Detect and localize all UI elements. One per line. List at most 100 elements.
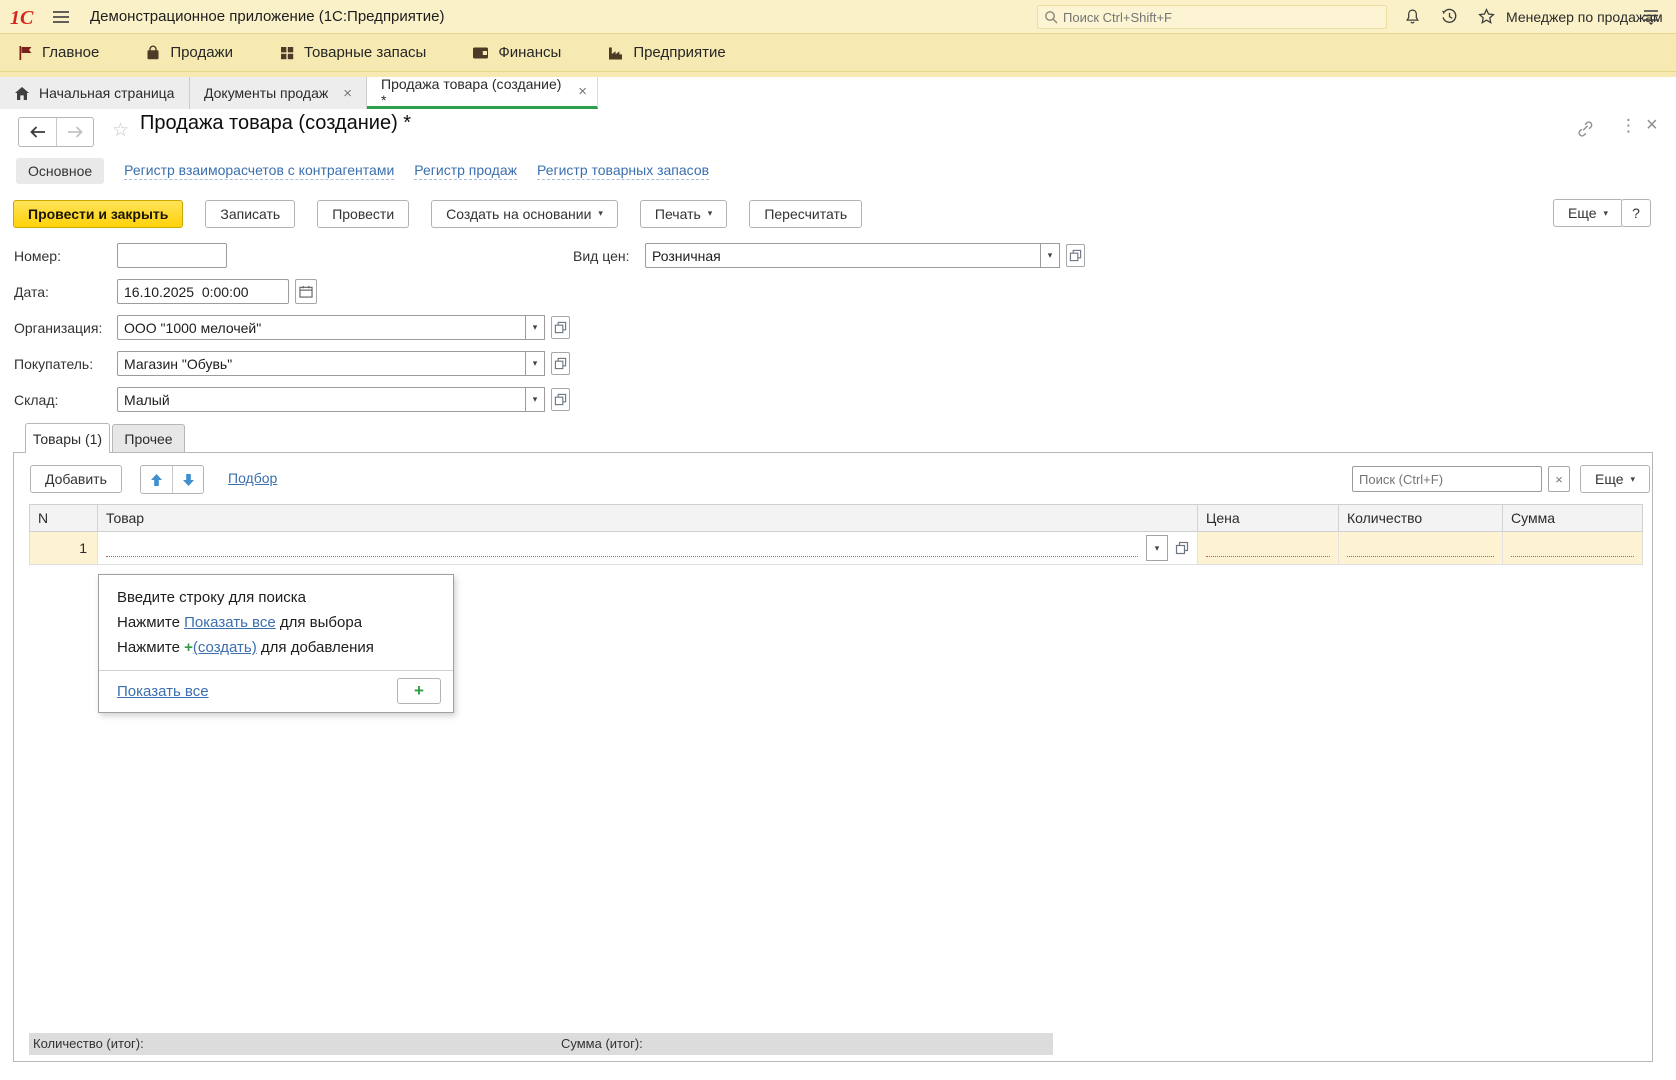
hint-text: Нажмите — [117, 614, 184, 631]
section-sales[interactable]: Продажи — [145, 44, 233, 61]
hint-text: Нажмите — [117, 639, 184, 656]
section-main[interactable]: Главное — [18, 44, 99, 61]
price-type-dropdown-button[interactable]: ▾ — [1040, 243, 1060, 268]
move-down-button[interactable] — [172, 466, 203, 493]
close-document-icon[interactable]: × — [1646, 114, 1658, 137]
buyer-combo: ▾ — [117, 351, 545, 376]
help-button[interactable]: ? — [1621, 199, 1651, 227]
chevron-down-icon: ▾ — [1631, 474, 1636, 485]
product-dropdown-button[interactable]: ▾ — [1146, 535, 1168, 561]
pick-link[interactable]: Подбор — [228, 470, 277, 486]
warehouse-open-button[interactable] — [551, 388, 570, 411]
notifications-bell-icon[interactable] — [1404, 8, 1421, 28]
flag-icon — [18, 45, 33, 61]
number-label: Номер: — [14, 248, 61, 264]
organization-open-button[interactable] — [551, 316, 570, 339]
tab-goods-label: Товары (1) — [33, 431, 102, 447]
get-link-icon[interactable] — [1576, 121, 1595, 140]
nav-link-sales-register[interactable]: Регистр продаж — [414, 162, 517, 180]
more-label: Еще — [1568, 205, 1597, 221]
save-button[interactable]: Записать — [205, 200, 295, 228]
cell-price[interactable] — [1198, 532, 1339, 564]
page-title: Продажа товара (создание) * — [140, 112, 411, 135]
recalculate-button[interactable]: Пересчитать — [749, 200, 862, 228]
table-row: 1 ▾ — [29, 532, 1643, 565]
tab-sales-documents[interactable]: Документы продаж × — [190, 77, 367, 109]
col-product[interactable]: Товар — [98, 505, 1198, 531]
col-sum[interactable]: Сумма — [1503, 505, 1642, 531]
buyer-dropdown-button[interactable]: ▾ — [525, 351, 545, 376]
tab-other-label: Прочее — [124, 431, 172, 447]
forward-button[interactable] — [56, 118, 93, 146]
col-n[interactable]: N — [30, 505, 98, 531]
show-all-link[interactable]: Показать все — [184, 614, 276, 631]
popup-hint-create: Нажмите +(создать) для добавления — [117, 635, 443, 660]
organization-field[interactable] — [117, 315, 525, 340]
col-quantity[interactable]: Количество — [1339, 505, 1503, 531]
grid-more-button[interactable]: Еще▾ — [1580, 465, 1650, 493]
date-field[interactable] — [117, 279, 289, 304]
history-icon[interactable] — [1441, 8, 1458, 28]
cell-product-editing[interactable]: ▾ — [98, 532, 1198, 564]
print-button[interactable]: Печать▾ — [640, 200, 727, 228]
create-link[interactable]: (создать) — [193, 639, 257, 656]
grid-search-input[interactable] — [1359, 472, 1535, 487]
section-inventory[interactable]: Товарные запасы — [279, 44, 426, 61]
tab-goods[interactable]: Товары (1) — [25, 423, 110, 453]
chevron-down-icon: ▾ — [598, 208, 603, 219]
post-and-close-button[interactable]: Провести и закрыть — [13, 200, 183, 228]
nav-link-stock-register[interactable]: Регистр товарных запасов — [537, 162, 709, 180]
global-search-input[interactable] — [1063, 10, 1380, 25]
cell-quantity[interactable] — [1339, 532, 1503, 564]
section-enterprise[interactable]: Предприятие — [607, 44, 725, 61]
tab-home[interactable]: Начальная страница — [0, 77, 190, 109]
product-input-underline[interactable] — [106, 556, 1138, 557]
price-type-open-button[interactable] — [1066, 244, 1085, 267]
date-label: Дата: — [14, 284, 49, 300]
tab-close-icon[interactable]: × — [343, 85, 352, 102]
warehouse-combo: ▾ — [117, 387, 545, 412]
cell-sum[interactable] — [1503, 532, 1642, 564]
product-open-button[interactable] — [1175, 541, 1189, 555]
back-button[interactable] — [19, 118, 56, 146]
buyer-open-button[interactable] — [551, 352, 570, 375]
sum-total-label: Сумма (итог): — [561, 1036, 643, 1051]
create-from-button[interactable]: Создать на основании▾ — [431, 200, 618, 228]
nav-main-chip[interactable]: Основное — [16, 158, 104, 184]
popup-show-all-link[interactable]: Показать все — [117, 683, 209, 700]
favorite-star-icon[interactable]: ☆ — [112, 119, 129, 142]
current-user[interactable]: Менеджер по продажам — [1506, 9, 1663, 25]
post-button[interactable]: Провести — [317, 200, 409, 228]
date-calendar-button[interactable] — [295, 279, 317, 304]
history-nav-buttons — [18, 117, 94, 147]
tab-close-icon[interactable]: × — [578, 83, 587, 100]
main-menu-icon[interactable] — [52, 10, 70, 27]
organization-combo: ▾ — [117, 315, 545, 340]
more-actions-kebab-icon[interactable]: ⋮ — [1620, 116, 1637, 136]
totals-bar: Количество (итог): Сумма (итог): — [29, 1033, 1053, 1055]
document-toolbar: Провести и закрыть Записать Провести Соз… — [0, 199, 862, 228]
number-field[interactable] — [117, 243, 227, 268]
col-price[interactable]: Цена — [1198, 505, 1339, 531]
add-row-button[interactable]: Добавить — [30, 465, 122, 493]
popup-hint-search: Введите строку для поиска — [117, 585, 443, 610]
price-type-field[interactable] — [645, 243, 1040, 268]
tab-other[interactable]: Прочее — [112, 424, 185, 452]
organization-dropdown-button[interactable]: ▾ — [525, 315, 545, 340]
buyer-field[interactable] — [117, 351, 525, 376]
warehouse-dropdown-button[interactable]: ▾ — [525, 387, 545, 412]
warehouse-field[interactable] — [117, 387, 525, 412]
toolbar-more-button[interactable]: Еще▾ — [1553, 199, 1623, 227]
buyer-label: Покупатель: — [14, 356, 93, 372]
global-search[interactable] — [1037, 5, 1387, 29]
move-up-button[interactable] — [141, 466, 172, 493]
grid-search-clear-button[interactable]: × — [1548, 466, 1570, 492]
tab-goods-sale[interactable]: Продажа товара (создание) * × — [367, 77, 598, 109]
user-menu-icon[interactable] — [1642, 9, 1660, 28]
product-picker-popup: Введите строку для поиска Нажмите Показа… — [98, 574, 454, 713]
favorites-star-icon[interactable] — [1478, 8, 1495, 28]
popup-create-button[interactable]: + — [397, 678, 441, 704]
nav-link-settlements-register[interactable]: Регистр взаиморасчетов с контрагентами — [124, 162, 394, 180]
section-finance[interactable]: Финансы — [472, 44, 561, 61]
grid-search[interactable] — [1352, 466, 1542, 492]
